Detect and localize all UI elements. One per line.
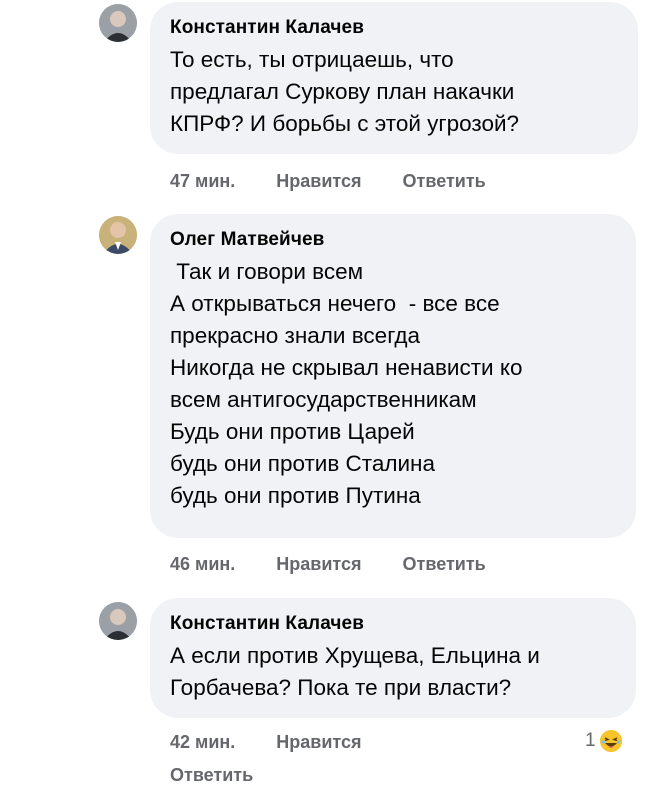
comment-text-line: предлагал Суркову план накачки	[170, 79, 515, 104]
reply-button[interactable]: Ответить	[403, 170, 486, 192]
comment-bubble: Константин Калачев То есть, ты отрицаешь…	[150, 2, 638, 154]
comment-text-line: То есть, ты отрицаешь, что	[170, 47, 454, 72]
laughing-emoji-icon	[599, 730, 622, 752]
comment-actions-secondary: Ответить	[170, 764, 253, 786]
comment-author[interactable]: Олег Матвейчев	[170, 228, 612, 252]
comment-text-line: будь они против Сталина	[170, 451, 436, 476]
comment-bubble: Константин Калачев А если против Хрущева…	[150, 598, 636, 718]
comment-text-line: А если против Хрущева, Ельцина и	[170, 643, 540, 668]
comment-author[interactable]: Константин Калачев	[170, 612, 612, 636]
comment-text-line: Так и говори всем	[170, 259, 364, 284]
comment-actions: 42 мин. Нравится	[170, 731, 398, 753]
like-button[interactable]: Нравится	[276, 553, 361, 575]
like-button[interactable]: Нравится	[276, 170, 361, 192]
like-button[interactable]: Нравится	[276, 731, 361, 753]
comment-text-line: всем антигосударственникам	[170, 387, 477, 412]
comment-text-line: Будь они против Царей	[170, 419, 415, 444]
reply-button[interactable]: Ответить	[170, 764, 253, 786]
comment-text-line: Горбачева? Пока те при власти?	[170, 675, 512, 700]
comment-timestamp[interactable]: 47 мин.	[170, 170, 235, 192]
avatar[interactable]	[99, 216, 137, 254]
comment-text-line: прекрасно знали всегда	[170, 323, 421, 348]
comment-text-line: Никогда не скрывал ненависти ко	[170, 355, 523, 380]
avatar[interactable]	[99, 602, 137, 640]
reply-button[interactable]: Ответить	[403, 553, 486, 575]
comment-timestamp[interactable]: 42 мин.	[170, 731, 235, 753]
comment-text-line: А открываться нечего - все все	[170, 291, 500, 316]
comment-timestamp[interactable]: 46 мин.	[170, 553, 235, 575]
reaction-count: 1	[585, 730, 596, 751]
comment-bubble: Олег Матвейчев Так и говори всем А откры…	[150, 214, 636, 538]
comment-actions: 46 мин. Нравится Ответить	[170, 553, 486, 575]
comment-text-line: будь они против Путина	[170, 483, 421, 508]
reaction-summary[interactable]: 1	[585, 730, 622, 752]
avatar[interactable]	[99, 4, 137, 42]
comment-author[interactable]: Константин Калачев	[170, 16, 614, 40]
comment-actions: 47 мин. Нравится Ответить	[170, 170, 486, 192]
comment-text-line: КПРФ? И борьбы с этой угрозой?	[170, 111, 520, 136]
